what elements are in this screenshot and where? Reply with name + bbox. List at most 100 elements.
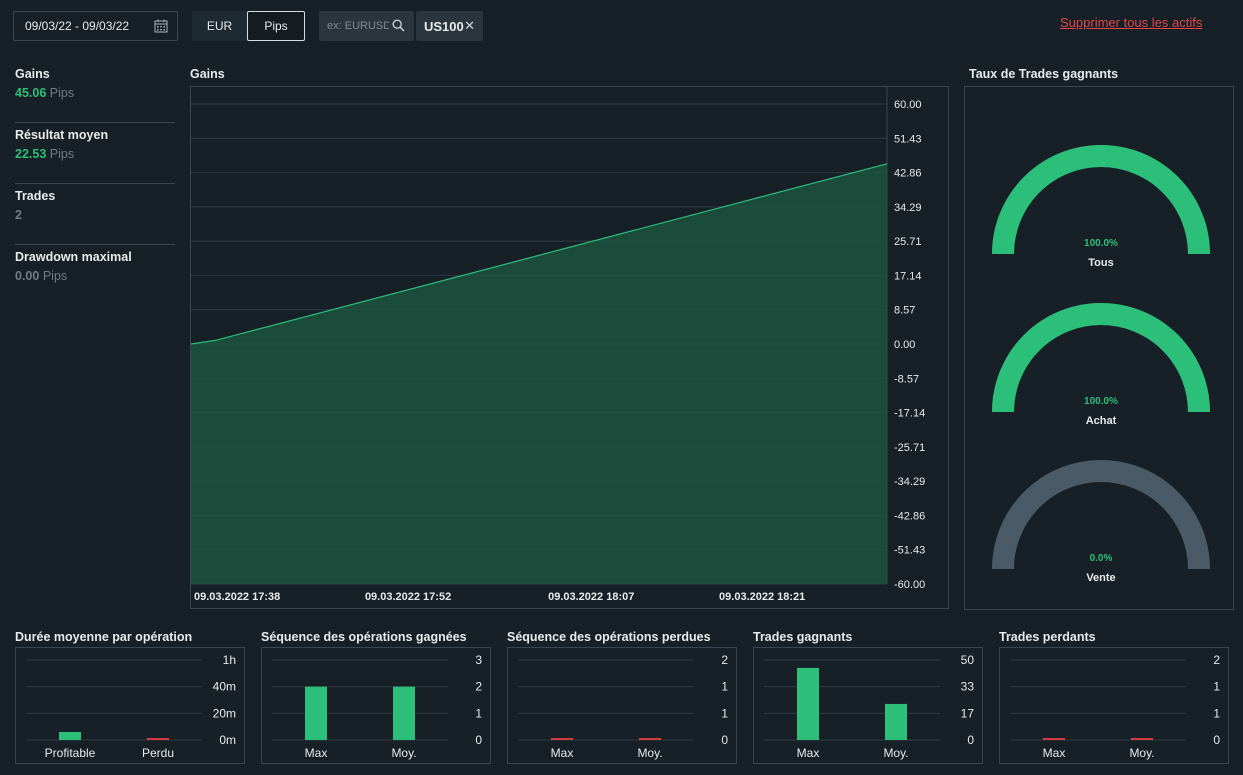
bar bbox=[59, 732, 81, 740]
mini-chart-svg: 2 1 1 0 Max Moy. bbox=[1010, 653, 1220, 760]
gauge-all: 100.0% Tous bbox=[991, 144, 1211, 284]
winning-trades-chart: 50 33 17 0 Max Moy. bbox=[753, 647, 983, 764]
mini-chart-title: Trades perdants bbox=[999, 630, 1096, 644]
bar bbox=[147, 738, 169, 740]
stat-label: Gains bbox=[15, 67, 50, 81]
gauge-buy: 100.0% Achat bbox=[991, 302, 1211, 442]
bar bbox=[551, 738, 573, 740]
y-tick-label: 51.43 bbox=[894, 133, 922, 145]
mini-chart-title: Durée moyenne par opération bbox=[15, 630, 193, 644]
y-tick-label: 1 bbox=[721, 680, 728, 694]
y-tick-label: 2 bbox=[721, 653, 728, 667]
unit-toggle: EUR Pips bbox=[192, 11, 305, 41]
y-tick-label: 60.00 bbox=[894, 99, 922, 111]
y-tick-label: 1h bbox=[223, 653, 236, 667]
gains-chart-svg: 60.00 51.43 42.86 34.29 25.71 17.14 8.57 0.00 -8… bbox=[191, 87, 925, 603]
y-tick-label: 17 bbox=[961, 706, 975, 720]
y-tick-label: 0 bbox=[475, 733, 482, 747]
x-tick-label: Moy. bbox=[883, 746, 908, 760]
y-tick-label: 1 bbox=[475, 706, 482, 720]
x-tick-label: 09.03.2022 17:52 bbox=[365, 591, 451, 603]
remove-all-assets-link[interactable]: Supprimer tous les actifs bbox=[1060, 15, 1202, 30]
close-icon[interactable]: ✕ bbox=[464, 18, 475, 34]
asset-search-input[interactable] bbox=[327, 20, 389, 32]
stat-value-row: 0.00 Pips bbox=[15, 269, 175, 283]
pips-button[interactable]: Pips bbox=[247, 11, 305, 41]
x-tick-label: Max bbox=[1043, 746, 1066, 760]
gains-area bbox=[191, 163, 887, 585]
stat-value: 22.53 bbox=[15, 147, 47, 161]
y-tick-label: 0 bbox=[1213, 733, 1220, 747]
y-tick-label: 8.57 bbox=[894, 305, 915, 317]
y-tick-label: -34.29 bbox=[894, 476, 925, 488]
x-tick-label: Moy. bbox=[1129, 746, 1154, 760]
asset-chip-us100: US100 ✕ bbox=[416, 11, 483, 41]
x-tick-label: Max bbox=[551, 746, 574, 760]
stat-value-row: 2 bbox=[15, 208, 175, 222]
bar bbox=[885, 703, 907, 740]
stat-unit: Pips bbox=[49, 86, 75, 100]
gauge-percent: 100.0% bbox=[1084, 396, 1118, 407]
stat-value: 0.00 bbox=[15, 269, 40, 283]
y-tick-label: 34.29 bbox=[894, 202, 922, 214]
win-rate-title: Taux de Trades gagnants bbox=[969, 67, 1119, 81]
stat-value-row: 45.06 Pips bbox=[15, 86, 175, 100]
gains-chart: 60.00 51.43 42.86 34.29 25.71 17.14 8.57 0.00 -8… bbox=[190, 86, 949, 609]
mini-chart-svg: 2 1 1 0 Max Moy. bbox=[518, 653, 728, 760]
bar bbox=[305, 686, 327, 740]
asset-search bbox=[319, 11, 414, 41]
gauge-sell: 0.0% Vente bbox=[991, 459, 1211, 599]
stat-label: Trades bbox=[15, 189, 56, 203]
y-tick-label: -17.14 bbox=[894, 408, 925, 420]
losing-trades-chart: 2 1 1 0 Max Moy. bbox=[999, 647, 1229, 764]
stat-value: 45.06 bbox=[15, 86, 47, 100]
mini-chart-title: Séquence des opérations gagnées bbox=[261, 630, 467, 644]
y-tick-label: 1 bbox=[1213, 680, 1220, 694]
x-tick-label: 09.03.2022 17:38 bbox=[194, 591, 280, 603]
y-tick-label: 0m bbox=[219, 733, 236, 747]
stat-max-drawdown: Drawdown maximal 0.00 Pips bbox=[15, 245, 175, 306]
y-tick-label: 40m bbox=[213, 680, 236, 694]
stat-unit: Pips bbox=[42, 269, 68, 283]
y-tick-label: 0 bbox=[967, 733, 974, 747]
search-icon[interactable] bbox=[392, 19, 405, 32]
stat-average-result: Résultat moyen 22.53 Pips bbox=[15, 123, 175, 184]
gauge-label: Achat bbox=[1085, 415, 1117, 427]
date-range-picker[interactable]: 09/03/22 - 09/03/22 bbox=[13, 11, 178, 41]
losing-streak-chart: 2 1 1 0 Max Moy. bbox=[507, 647, 737, 764]
stat-trades: Trades 2 bbox=[15, 184, 175, 245]
date-range-value: 09/03/22 - 09/03/22 bbox=[25, 19, 130, 33]
gauge-percent: 100.0% bbox=[1084, 238, 1118, 249]
x-tick-label: Perdu bbox=[142, 746, 174, 760]
y-tick-label: -42.86 bbox=[894, 510, 925, 522]
calendar-icon[interactable] bbox=[154, 19, 168, 33]
y-tick-label: 20m bbox=[213, 706, 236, 720]
y-tick-label: 2 bbox=[1213, 653, 1220, 667]
stat-label: Drawdown maximal bbox=[15, 250, 132, 264]
y-tick-label: -8.57 bbox=[894, 373, 919, 385]
y-tick-label: 1 bbox=[1213, 706, 1220, 720]
mini-chart-svg: 50 33 17 0 Max Moy. bbox=[764, 653, 975, 760]
stat-gains: Gains 45.06 Pips bbox=[15, 62, 175, 123]
asset-chip-label: US100 bbox=[424, 18, 464, 34]
y-tick-label: 2 bbox=[475, 680, 482, 694]
y-tick-label: 1 bbox=[721, 706, 728, 720]
y-tick-label: -25.71 bbox=[894, 442, 925, 454]
mini-chart-svg: 3 2 1 0 Max Moy. bbox=[272, 653, 482, 760]
y-tick-label: -51.43 bbox=[894, 545, 925, 557]
y-tick-label: 42.86 bbox=[894, 168, 922, 180]
winning-streak-chart: 3 2 1 0 Max Moy. bbox=[261, 647, 491, 764]
y-tick-label: -60.00 bbox=[894, 579, 925, 591]
mini-chart-svg: 1h 40m 20m 0m Profitable Perdu bbox=[26, 653, 236, 760]
y-tick-label: 50 bbox=[961, 653, 975, 667]
y-tick-label: 0 bbox=[721, 733, 728, 747]
stat-value: 2 bbox=[15, 208, 22, 222]
x-tick-label: Max bbox=[305, 746, 328, 760]
eur-button[interactable]: EUR bbox=[192, 11, 247, 41]
y-tick-label: 3 bbox=[475, 653, 482, 667]
y-tick-label: 33 bbox=[961, 680, 975, 694]
x-tick-label: 09.03.2022 18:21 bbox=[719, 591, 805, 603]
x-tick-label: Max bbox=[797, 746, 820, 760]
bar bbox=[797, 667, 819, 740]
y-tick-label: 0.00 bbox=[894, 339, 915, 351]
